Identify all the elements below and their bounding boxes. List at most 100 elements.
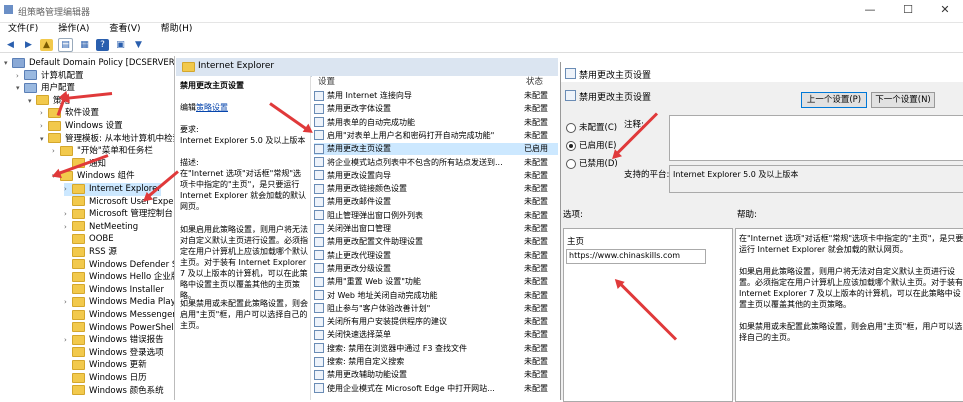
tree-node-label: Default Domain Policy [DCSERVER.CHI — [29, 58, 175, 68]
setting-row[interactable]: 禁用更改主页设置 已启用 — [314, 143, 558, 156]
expand-toggle-icon[interactable]: › — [64, 221, 72, 234]
setting-state: 未配置 — [524, 237, 548, 247]
menu-help[interactable]: 帮助(H) — [161, 22, 193, 36]
policy-setting-icon — [314, 250, 324, 261]
properties-icon[interactable]: ▣ — [114, 39, 127, 51]
setting-row[interactable]: 禁用更改链接颜色设置 未配置 — [314, 183, 558, 195]
pane-divider[interactable] — [174, 56, 175, 400]
tree-node[interactable]: ▾ 管理模板: 从本地计算机中检索 — [40, 133, 174, 146]
close-button[interactable]: ✕ — [930, 3, 960, 16]
setting-row[interactable]: 搜索: 禁用在浏览器中通过 F3 查找文件 未配置 — [314, 343, 558, 355]
menu-file[interactable]: 文件(F) — [8, 22, 38, 36]
section-header: Internet Explorer — [176, 58, 558, 77]
tree-node[interactable]: › NetMeeting — [64, 221, 138, 234]
forward-icon[interactable]: ▶ — [22, 39, 35, 51]
tree-node[interactable]: Windows 更新 — [64, 359, 147, 372]
setting-row[interactable]: 搜索: 禁用自定义搜索 未配置 — [314, 356, 558, 368]
menu-view[interactable]: 查看(V) — [109, 22, 140, 36]
expand-toggle-icon[interactable]: ▾ — [4, 57, 12, 70]
folder-icon — [72, 309, 85, 320]
edit-policy-link[interactable]: 策略设置 — [196, 103, 228, 112]
tree-node[interactable]: Windows 颜色系统 — [64, 385, 164, 398]
tree-node[interactable]: Windows 登录选项 — [64, 347, 164, 360]
minimize-button[interactable]: — — [855, 3, 885, 16]
expand-toggle-icon[interactable]: › — [64, 183, 72, 196]
col-state-header[interactable]: 状态 — [526, 76, 543, 88]
tree-node[interactable]: Windows 日历 — [64, 372, 147, 385]
expand-toggle-icon[interactable]: › — [64, 296, 72, 309]
radio-disabled[interactable]: 已禁用(D) — [566, 157, 618, 169]
col-setting-header[interactable]: 设置 — [318, 76, 335, 88]
setting-row[interactable]: 关闭快速选择菜单 未配置 — [314, 329, 558, 341]
setting-row[interactable]: 使用企业模式在 Microsoft Edge 中打开网站... 未配置 — [314, 383, 558, 395]
setting-row[interactable]: 禁用"重置 Web 设置"功能 未配置 — [314, 276, 558, 288]
setting-row[interactable]: 禁用更改辅助功能设置 未配置 — [314, 369, 558, 381]
radio-disabled-circle[interactable] — [566, 158, 576, 169]
maximize-button[interactable]: ☐ — [893, 3, 923, 16]
tree-node[interactable]: › Windows 设置 — [40, 120, 123, 133]
expand-toggle-icon[interactable]: › — [52, 145, 60, 158]
setting-row[interactable]: 启用"对表单上用户名和密码打开自动完成功能" 未配置 — [314, 130, 558, 142]
setting-row[interactable]: 禁用更改邮件设置 未配置 — [314, 196, 558, 208]
setting-row[interactable]: 禁用 Internet 连接向导 未配置 — [314, 90, 558, 102]
expand-toggle-icon[interactable]: › — [40, 107, 48, 120]
policy-setting-icon — [314, 130, 324, 141]
prev-setting-button[interactable]: 上一个设置(P) — [801, 92, 867, 108]
tree-node[interactable]: Microsoft User Exper — [64, 196, 174, 209]
expand-toggle-icon[interactable]: › — [64, 208, 72, 221]
setting-row[interactable]: 阻止参与"客户体验改善计划" 未配置 — [314, 303, 558, 315]
tree-node[interactable]: OOBE — [64, 233, 114, 246]
tree-node[interactable]: › Microsoft 管理控制台 — [64, 208, 173, 221]
comment-textarea[interactable] — [669, 115, 963, 161]
radio-enabled[interactable]: 已启用(E) — [566, 139, 617, 151]
export-icon[interactable]: ▦ — [78, 39, 91, 51]
tree-node[interactable]: Windows Installer — [64, 284, 164, 297]
tree-node[interactable]: Windows Hello 企业版 — [64, 271, 174, 284]
setting-row[interactable]: 禁止更改代理设置 未配置 — [314, 250, 558, 262]
tree-node[interactable]: › 软件设置 — [40, 107, 99, 120]
radio-not-configured-circle[interactable] — [566, 122, 576, 133]
radio-not-configured[interactable]: 未配置(C) — [566, 121, 617, 133]
help-icon[interactable]: ? — [96, 39, 109, 51]
folder-icon — [48, 120, 61, 131]
show-hide-tree-icon[interactable]: ▤ — [58, 38, 73, 52]
tree-node[interactable]: › Windows Media Playe — [64, 296, 174, 309]
back-icon[interactable]: ◀ — [4, 39, 17, 51]
tree-node[interactable]: › 计算机配置 — [16, 70, 84, 83]
setting-row[interactable]: 阻止管理弹出窗口例外列表 未配置 — [314, 210, 558, 222]
tree-node[interactable]: Windows Defender Sr — [64, 259, 174, 272]
policy-setting-icon — [314, 356, 324, 367]
tree-node-label: Windows PowerShell — [89, 322, 175, 333]
tree-node[interactable]: Windows Messenger — [64, 309, 174, 322]
expand-toggle-icon[interactable]: › — [64, 334, 72, 347]
setting-row[interactable]: 禁用更改配置文件助理设置 未配置 — [314, 236, 558, 248]
setting-name: 搜索: 禁用在浏览器中通过 F3 查找文件 — [327, 343, 468, 353]
folder-up-icon[interactable]: ▲ — [40, 39, 53, 51]
expand-toggle-icon[interactable]: ▾ — [16, 82, 24, 95]
tree-node[interactable]: Windows PowerShell — [64, 322, 175, 335]
tree-node[interactable]: ▾ Default Domain Policy [DCSERVER.CHI — [4, 57, 175, 70]
setting-row[interactable]: 禁用更改分级设置 未配置 — [314, 263, 558, 275]
radio-enabled-circle[interactable] — [566, 140, 576, 151]
setting-row[interactable]: 将企业模式站点列表中不包含的所有站点发送到... 未配置 — [314, 157, 558, 169]
expand-toggle-icon[interactable]: › — [16, 70, 24, 83]
expand-toggle-icon[interactable]: › — [40, 120, 48, 133]
setting-state: 未配置 — [524, 317, 548, 327]
setting-name: 对 Web 地址关闭自动完成功能 — [327, 290, 438, 300]
tree-node[interactable]: RSS 源 — [64, 246, 117, 259]
setting-row[interactable]: 禁用更改设置向导 未配置 — [314, 170, 558, 182]
setting-row[interactable]: 禁用更改字体设置 未配置 — [314, 103, 558, 115]
menu-action[interactable]: 操作(A) — [58, 22, 89, 36]
homepage-input[interactable]: https://www.chinaskills.com — [566, 249, 706, 264]
setting-name: 关闭弹出窗口管理 — [327, 224, 391, 233]
expand-toggle-icon[interactable]: ▾ — [28, 95, 36, 108]
expand-toggle-icon[interactable]: ▾ — [40, 133, 48, 146]
setting-row[interactable]: 关闭弹出窗口管理 未配置 — [314, 223, 558, 235]
setting-row[interactable]: 禁用表单的自动完成功能 未配置 — [314, 117, 558, 129]
setting-state: 未配置 — [524, 170, 548, 180]
setting-row[interactable]: 关闭所有用户安装提供程序的建议 未配置 — [314, 316, 558, 328]
filter-icon[interactable]: ▼ — [132, 39, 145, 51]
next-setting-button[interactable]: 下一个设置(N) — [871, 92, 935, 108]
setting-row[interactable]: 对 Web 地址关闭自动完成功能 未配置 — [314, 290, 558, 302]
tree-node[interactable]: › Windows 错误报告 — [64, 334, 164, 347]
